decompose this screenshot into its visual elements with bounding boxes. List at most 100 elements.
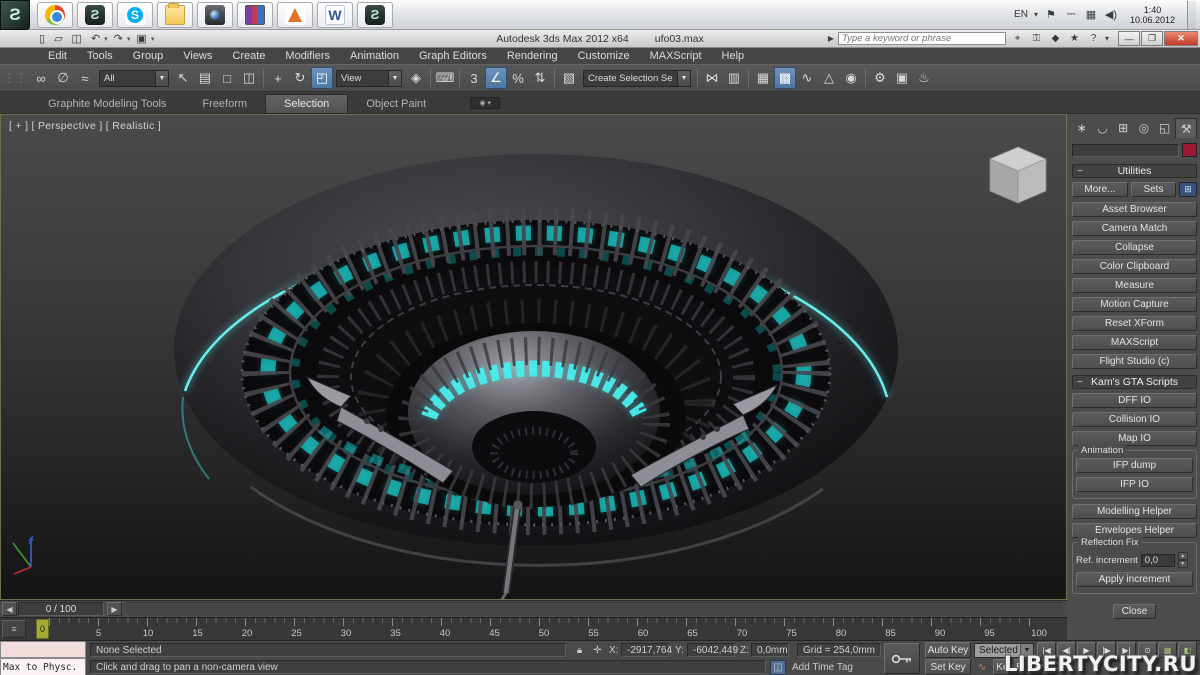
kam-script-button[interactable]: DFF IO [1072,393,1197,408]
toolbar-handle[interactable]: ⋮⋮ [3,71,27,85]
rendered-frame-icon[interactable]: ▣ [891,67,913,89]
render-setup-icon[interactable]: ⚙ [869,67,891,89]
menu-graph-editors[interactable]: Graph Editors [409,48,497,64]
undo-dropdown-icon[interactable]: ▾ [104,35,108,43]
select-and-link-icon[interactable]: ∞ [30,67,52,89]
isolate-selection-icon[interactable]: ◫ [770,660,786,675]
redo-icon[interactable]: ↷ [111,32,126,45]
3dsmax-taskbar-button[interactable]: Ƨ [77,2,113,28]
unlink-selection-icon[interactable]: ∅ [52,67,74,89]
ref-increment-field[interactable]: 0,0 [1141,554,1175,567]
keyboard-override-icon[interactable]: ⌨ [434,67,456,89]
new-scene-icon[interactable]: ▯ [36,32,48,45]
rectangular-selection-region-icon[interactable]: □ [216,67,238,89]
layer-manager-icon[interactable]: ▦ [752,67,774,89]
undo-icon[interactable]: ↶ [88,32,103,45]
open-file-icon[interactable]: ▱ [51,32,65,45]
selection-set-dropdown[interactable]: Create Selection Se▼ [583,70,691,87]
menu-maxscript[interactable]: MAXScript [640,48,712,64]
select-and-scale-icon[interactable]: ◰ [311,67,333,89]
chrome-taskbar-button[interactable] [37,2,73,28]
modify-tab-icon[interactable]: ◡ [1093,118,1113,138]
language-indicator[interactable]: EN [1014,9,1028,20]
time-slider-prev-button[interactable]: ◀ [2,602,17,616]
close-utility-button[interactable]: Close [1113,604,1157,619]
material-editor-icon[interactable]: ◉ [840,67,862,89]
schematic-view-icon[interactable]: △ [818,67,840,89]
clock[interactable]: 1:4010.06.2012 [1124,5,1181,25]
frame-ruler[interactable]: 5101520253035404550556065707580859095100 [49,618,1039,640]
menu-tools[interactable]: Tools [77,48,123,64]
ribbon-tab-freeform[interactable]: Freeform [184,95,265,113]
menu-rendering[interactable]: Rendering [497,48,568,64]
current-frame-marker[interactable]: 0 [36,619,49,639]
selection-lock-icon[interactable]: 🔒︎ [572,643,587,657]
search-icon[interactable]: ⌖ [1010,33,1025,44]
redo-dropdown-icon[interactable]: ▾ [127,35,131,43]
snaps-toggle-icon[interactable]: 3 [463,67,485,89]
utility-button[interactable]: Color Clipboard [1072,259,1197,274]
utility-button[interactable]: Motion Capture [1072,297,1197,312]
time-slider-next-button[interactable]: ▶ [107,602,122,616]
menu-help[interactable]: Help [712,48,755,64]
search-input[interactable] [838,32,1006,45]
set-key-button[interactable]: Set Key [925,659,971,675]
search-expander-icon[interactable]: ▶ [828,34,834,43]
network-icon[interactable]: ▦ [1084,8,1098,21]
render-production-icon[interactable]: ♨ [913,67,935,89]
angle-snap-icon[interactable]: ∠ [485,67,507,89]
perspective-viewport[interactable]: [ + ] [ Perspective ] [ Realistic ] [0,114,1067,600]
select-and-rotate-icon[interactable]: ↻ [289,67,311,89]
menu-create[interactable]: Create [222,48,275,64]
color-swatch[interactable] [1182,143,1197,157]
utilities-rollout-header[interactable]: − Utilities [1072,164,1197,178]
ribbon-minimize-icon[interactable]: ◉ ▾ [470,97,500,109]
help-dropdown-icon[interactable]: ▾ [1105,34,1109,43]
utility-button[interactable]: Asset Browser [1072,202,1197,217]
word-taskbar-button[interactable]: W [317,2,353,28]
bind-to-space-warp-icon[interactable]: ≈ [74,67,96,89]
help-icon[interactable]: ? [1086,33,1101,44]
ribbon-tab-object-paint[interactable]: Object Paint [348,95,444,113]
winrar-taskbar-button[interactable] [237,2,273,28]
named-selection-sets-icon[interactable]: ▧ [558,67,580,89]
y-coordinate-field[interactable]: -6042,449 [687,643,735,657]
maximize-button[interactable]: ❐ [1141,31,1163,46]
show-desktop-button[interactable] [1187,1,1196,29]
time-slider-handle[interactable]: 0 / 100 [18,602,104,616]
create-tab-icon[interactable]: ∗ [1072,118,1092,138]
align-icon[interactable]: ▥ [723,67,745,89]
add-time-tag-label[interactable]: Add Time Tag [792,660,853,674]
favorites-star-icon[interactable]: ★ [1067,33,1082,44]
utility-button[interactable]: Flight Studio (c) [1072,354,1197,369]
volume-icon[interactable]: ◀) [1104,8,1118,21]
tray-expand-icon[interactable]: ▾ [1034,10,1038,19]
display-tab-icon[interactable]: ◱ [1155,118,1175,138]
ref-increment-spinner[interactable]: ▲▼ [1178,552,1188,568]
curve-editor-icon[interactable]: ∿ [796,67,818,89]
photo-viewer-taskbar-button[interactable] [197,2,233,28]
action-center-flag-icon[interactable]: ⚑ [1044,8,1058,21]
z-coordinate-field[interactable]: 0,0mm [751,643,789,657]
close-button[interactable]: ✕ [1164,31,1198,46]
sets-button[interactable]: Sets [1131,182,1176,197]
save-file-icon[interactable]: ◫ [69,32,85,45]
set-keys-button[interactable] [884,643,920,674]
menu-modifiers[interactable]: Modifiers [275,48,340,64]
helper-button[interactable]: Modelling Helper [1072,504,1197,519]
percent-snap-icon[interactable]: % [507,67,529,89]
power-plug-icon[interactable]: ⎓ [1064,8,1078,21]
animation-button[interactable]: IFP dump [1076,458,1193,473]
mini-curve-editor-icon[interactable]: ≡ [2,620,26,638]
skype-taskbar-button[interactable] [117,2,153,28]
motion-tab-icon[interactable]: ◎ [1134,118,1154,138]
helper-button[interactable]: Envelopes Helper [1072,523,1197,538]
viewport-label[interactable]: [ + ] [ Perspective ] [ Realistic ] [9,120,161,132]
maxscript-listener-output[interactable]: Max to Physc. [0,658,86,675]
hierarchy-tab-icon[interactable]: ⊞ [1113,118,1133,138]
apply-increment-button[interactable]: Apply increment [1076,572,1193,587]
spinner-snap-icon[interactable]: ⇅ [529,67,551,89]
window-crossing-icon[interactable]: ◫ [238,67,260,89]
select-by-name-icon[interactable]: ▤ [194,67,216,89]
kams-rollout-header[interactable]: − Kam's GTA Scripts [1072,375,1197,389]
